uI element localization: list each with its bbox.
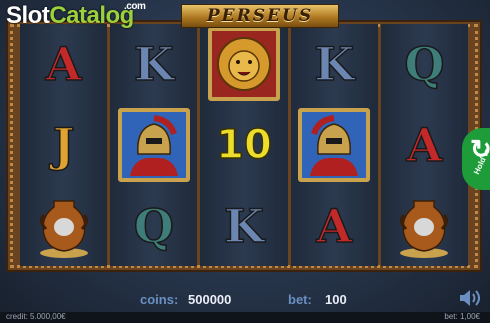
symbol-cell: J xyxy=(20,105,107,186)
logo-catalog-text: Catalog xyxy=(49,2,134,29)
game-stage: SlotCatalog .com PERSEUS A J K Q 10 K K … xyxy=(0,0,490,323)
symbol-cell: K xyxy=(200,185,287,266)
symbol-cell: K xyxy=(110,24,197,105)
reel-1: A J xyxy=(20,24,108,266)
symbol-cell: Q xyxy=(110,185,197,266)
symbol-letter: K xyxy=(133,37,174,93)
game-title-banner: PERSEUS xyxy=(181,4,339,28)
coins-value[interactable]: 500000 xyxy=(188,292,231,307)
footer-bet-text: bet: 1,00€ xyxy=(444,312,480,321)
symbol-letter: A xyxy=(406,117,443,173)
coins-label: coins: xyxy=(140,291,179,307)
lion-tile xyxy=(208,27,280,102)
reel-3: 10 K xyxy=(200,24,288,266)
urn-icon xyxy=(400,199,449,258)
warrior-symbol xyxy=(110,105,197,186)
hold-to-spin-button[interactable]: ↻ Hold to xyxy=(462,128,490,190)
bottom-bar: coins: 500000 bet: 100 xyxy=(0,286,490,312)
symbol-ten: 10 xyxy=(215,121,272,169)
warrior-tile xyxy=(117,108,190,182)
urn-icon xyxy=(39,199,88,258)
logo-slot-text: Slot xyxy=(6,2,50,29)
symbol-letter: K xyxy=(223,198,264,254)
symbol-cell: A xyxy=(20,24,107,105)
bet-value[interactable]: 100 xyxy=(325,292,347,307)
warrior-tile xyxy=(298,108,371,182)
lion-head-icon xyxy=(217,37,271,92)
symbol-cell: K xyxy=(291,24,378,105)
symbol-letter: Q xyxy=(133,198,175,254)
symbol-cell: A xyxy=(381,105,468,186)
symbol-letter: J xyxy=(52,117,75,173)
spartan-helmet-icon xyxy=(310,115,359,176)
reel-5: Q A xyxy=(380,24,469,266)
speaker-icon[interactable] xyxy=(458,289,480,307)
slotcatalog-logo: SlotCatalog .com xyxy=(6,1,146,30)
lion-symbol xyxy=(200,24,287,105)
symbol-letter: K xyxy=(313,37,355,93)
credit-text: credit: 5.000,00€ xyxy=(6,312,66,321)
bet-label: bet: xyxy=(288,291,312,307)
footer-bar: credit: 5.000,00€ bet: 1,00€ xyxy=(0,312,490,323)
logo-com-text: .com xyxy=(124,1,146,12)
reel-4: K A xyxy=(290,24,378,266)
symbol-letter: A xyxy=(45,37,82,93)
symbol-letter: Q xyxy=(404,37,446,93)
symbol-cell: 10 xyxy=(200,105,287,186)
symbol-cell: Q xyxy=(381,24,468,105)
spartan-helmet-icon xyxy=(129,115,178,176)
warrior-symbol xyxy=(291,105,378,186)
urn-symbol xyxy=(20,185,107,266)
symbol-cell: A xyxy=(291,185,378,266)
game-title: PERSEUS xyxy=(206,6,314,26)
reels-grid[interactable]: A J K Q 10 K K A Q A xyxy=(20,24,469,266)
symbol-letter: A xyxy=(316,198,353,254)
urn-symbol xyxy=(381,185,468,266)
reel-2: K Q xyxy=(110,24,198,266)
